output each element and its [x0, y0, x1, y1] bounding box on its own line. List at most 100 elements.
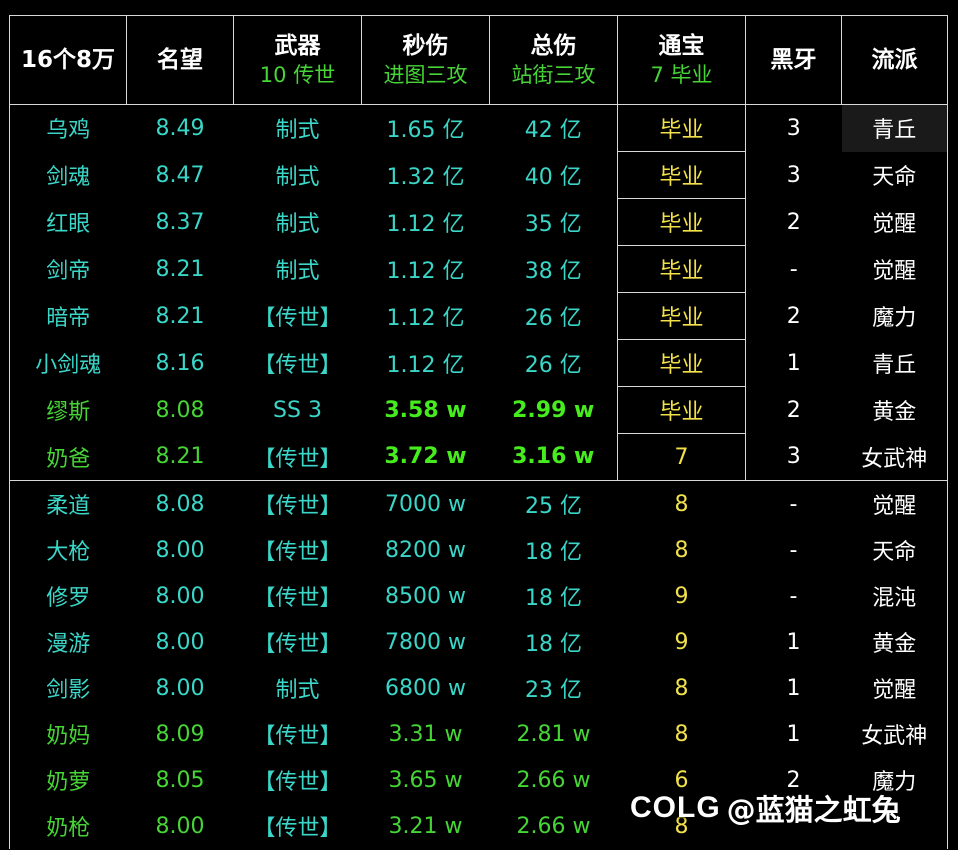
cell-weapon: 【传世】 [253, 724, 342, 749]
header-total-sub: 站街三攻 [511, 63, 596, 87]
table-row: 剑魂 8.47 制式 1.32 亿 40 亿 毕业 3 天命 [9, 151, 948, 199]
cell-fame: 8.00 [155, 537, 205, 563]
header-tongbao-sub: 7 毕业 [650, 63, 713, 87]
cell-faction: 天命 [841, 527, 948, 573]
cell-fame: 8.00 [155, 675, 205, 701]
header-dps: 秒伤 进图三攻 [361, 15, 490, 105]
cell-weapon: SS 3 [273, 397, 322, 423]
header-dps-sub: 进图三攻 [383, 63, 468, 87]
cell-dps: 7000 w [361, 480, 490, 527]
cell-fame: 8.49 [155, 115, 205, 141]
cell-dps: 1.12 亿 [386, 259, 465, 284]
cell-weapon: 【传世】 [253, 816, 342, 841]
cell-fame: 8.08 [155, 397, 205, 423]
cell-faction: 觉醒 [841, 480, 948, 527]
cell-total: 26 亿 [524, 353, 582, 378]
cell-job: 剑影 [9, 665, 127, 711]
cell-faction: 魔力 [841, 292, 948, 340]
cell-heiya: 3 [786, 115, 801, 141]
cell-weapon: 【传世】 [253, 353, 342, 378]
cell-heiya: 2 [786, 209, 801, 235]
cell-dps: 7800 w [385, 629, 466, 655]
cell-weapon: 【传世】 [253, 446, 342, 472]
cell-dps: 8500 w [385, 583, 466, 609]
cell-tongbao: 8 [674, 721, 689, 747]
cell-fame: 8.05 [155, 767, 205, 793]
cell-faction: 天命 [841, 151, 948, 199]
cell-dps: 3.31 w [388, 721, 463, 747]
table-row: 红眼 8.37 制式 1.12 亿 35 亿 毕业 2 觉醒 [9, 198, 948, 246]
cell-fame: 8.00 [155, 629, 205, 655]
cell-dps: 1.65 亿 [386, 118, 465, 144]
table-row: 乌鸡 8.49 制式 1.65 亿 42 亿 毕业 3 青丘 [9, 104, 948, 152]
table-row: 暗帝 8.21 【传世】 1.12 亿 26 亿 毕业 2 魔力 [9, 292, 948, 340]
cell-tongbao: 毕业 [617, 292, 746, 340]
cell-dps: 1.32 亿 [386, 165, 465, 190]
cell-weapon: 【传世】 [253, 632, 342, 657]
cell-tongbao: 8 [674, 537, 689, 563]
cell-job: 奶枪 [9, 803, 127, 849]
cell-heiya: 1 [786, 350, 801, 376]
cell-job: 剑魂 [9, 151, 127, 199]
cell-total: 18 亿 [525, 632, 582, 657]
watermark-author: @蓝猫之虹兔 [726, 793, 901, 827]
header-faction: 流派 [841, 15, 948, 105]
cell-fame: 8.21 [155, 444, 205, 470]
cell-dps: 1.12 亿 [386, 353, 465, 378]
table-row: 缪斯 8.08 SS 3 3.58 w 2.99 w 毕业 2 黄金 [9, 386, 948, 434]
cell-dps: 3.21 w [388, 813, 463, 839]
data-table: 16个8万 名望 武器 10 传世 秒伤 进图三攻 总伤 站街三攻 通宝 7 毕业 黑牙… [9, 15, 948, 849]
cell-heiya: - [789, 256, 798, 282]
header-tongbao: 通宝 7 毕业 [617, 15, 746, 105]
table-row: 修罗 8.00 【传世】 8500 w 18 亿 9 - 混沌 [9, 573, 948, 619]
cell-faction: 女武神 [841, 433, 948, 481]
cell-fame: 8.21 [155, 303, 205, 329]
cell-heiya: 3 [786, 162, 801, 188]
table-row: 奶爸 8.21 【传世】 3.72 w 3.16 w 7 3 女武神 [9, 433, 948, 481]
cell-heiya: 2 [786, 397, 801, 423]
cell-faction: 女武神 [841, 711, 948, 757]
cell-job: 红眼 [9, 198, 127, 246]
cell-tongbao: 7 [617, 433, 746, 481]
table-row: 奶妈 8.09 【传世】 3.31 w 2.81 w 8 1 女武神 [9, 711, 948, 757]
cell-fame: 8.00 [155, 813, 205, 839]
cell-heiya: 2 [786, 303, 801, 329]
table-row: 柔道 8.08 【传世】 7000 w 25 亿 8- 觉醒 [9, 480, 948, 527]
header-weapon-sub: 10 传世 [259, 63, 336, 87]
cell-total: 40 亿 [524, 165, 582, 190]
cell-weapon: 【传世】 [253, 770, 342, 795]
cell-job: 剑帝 [9, 245, 127, 293]
cell-total: 35 亿 [524, 212, 582, 237]
cell-job: 乌鸡 [9, 104, 127, 152]
cell-job: 缪斯 [9, 386, 127, 434]
cell-tongbao: 毕业 [617, 104, 746, 152]
cell-total: 25 亿 [489, 480, 618, 527]
cell-faction: 黄金 [841, 619, 948, 665]
cell-tongbao: 毕业 [617, 339, 746, 387]
table-body: 乌鸡 8.49 制式 1.65 亿 42 亿毕业 3 青丘 剑魂 8.47 制式 1.32 亿 40 … [9, 104, 948, 849]
table-row: 小剑魂 8.16 【传世】 1.12 亿 26 亿 毕业 1 青丘 [9, 339, 948, 387]
cell-fame: 8.08 [126, 480, 234, 527]
cell-total: 18 亿 [525, 586, 582, 611]
cell-total: 2.99 w [512, 397, 595, 423]
table-image: 16个8万 名望 武器 10 传世 秒伤 进图三攻 总伤 站街三攻 通宝 7 毕业 黑牙… [0, 0, 958, 850]
cell-total: 2.81 w [516, 721, 591, 747]
cell-heiya: - [789, 537, 798, 563]
cell-tongbao: 毕业 [617, 245, 746, 293]
cell-tongbao: 8 [674, 675, 689, 701]
cell-fame: 8.00 [155, 583, 205, 609]
cell-dps: 1.12 亿 [386, 212, 465, 237]
table-row: 剑影 8.00 制式 6800 w 23 亿 8 1 觉醒 [9, 665, 948, 711]
cell-job: 奶萝 [9, 757, 127, 803]
cell-tongbao: 8 [617, 480, 746, 527]
cell-tongbao: 9 [674, 629, 689, 655]
watermark: COLG @蓝猫之虹兔 [630, 786, 901, 830]
cell-tongbao: 毕业 [617, 386, 746, 434]
cell-faction: 青丘 [841, 104, 948, 152]
colg-logo: COLG [630, 791, 721, 824]
cell-total: 26 亿 [524, 306, 582, 331]
cell-dps: 3.72 w [384, 444, 467, 470]
cell-fame: 8.47 [155, 162, 205, 188]
cell-total: 38 亿 [524, 259, 582, 284]
cell-faction: 觉醒 [841, 665, 948, 711]
